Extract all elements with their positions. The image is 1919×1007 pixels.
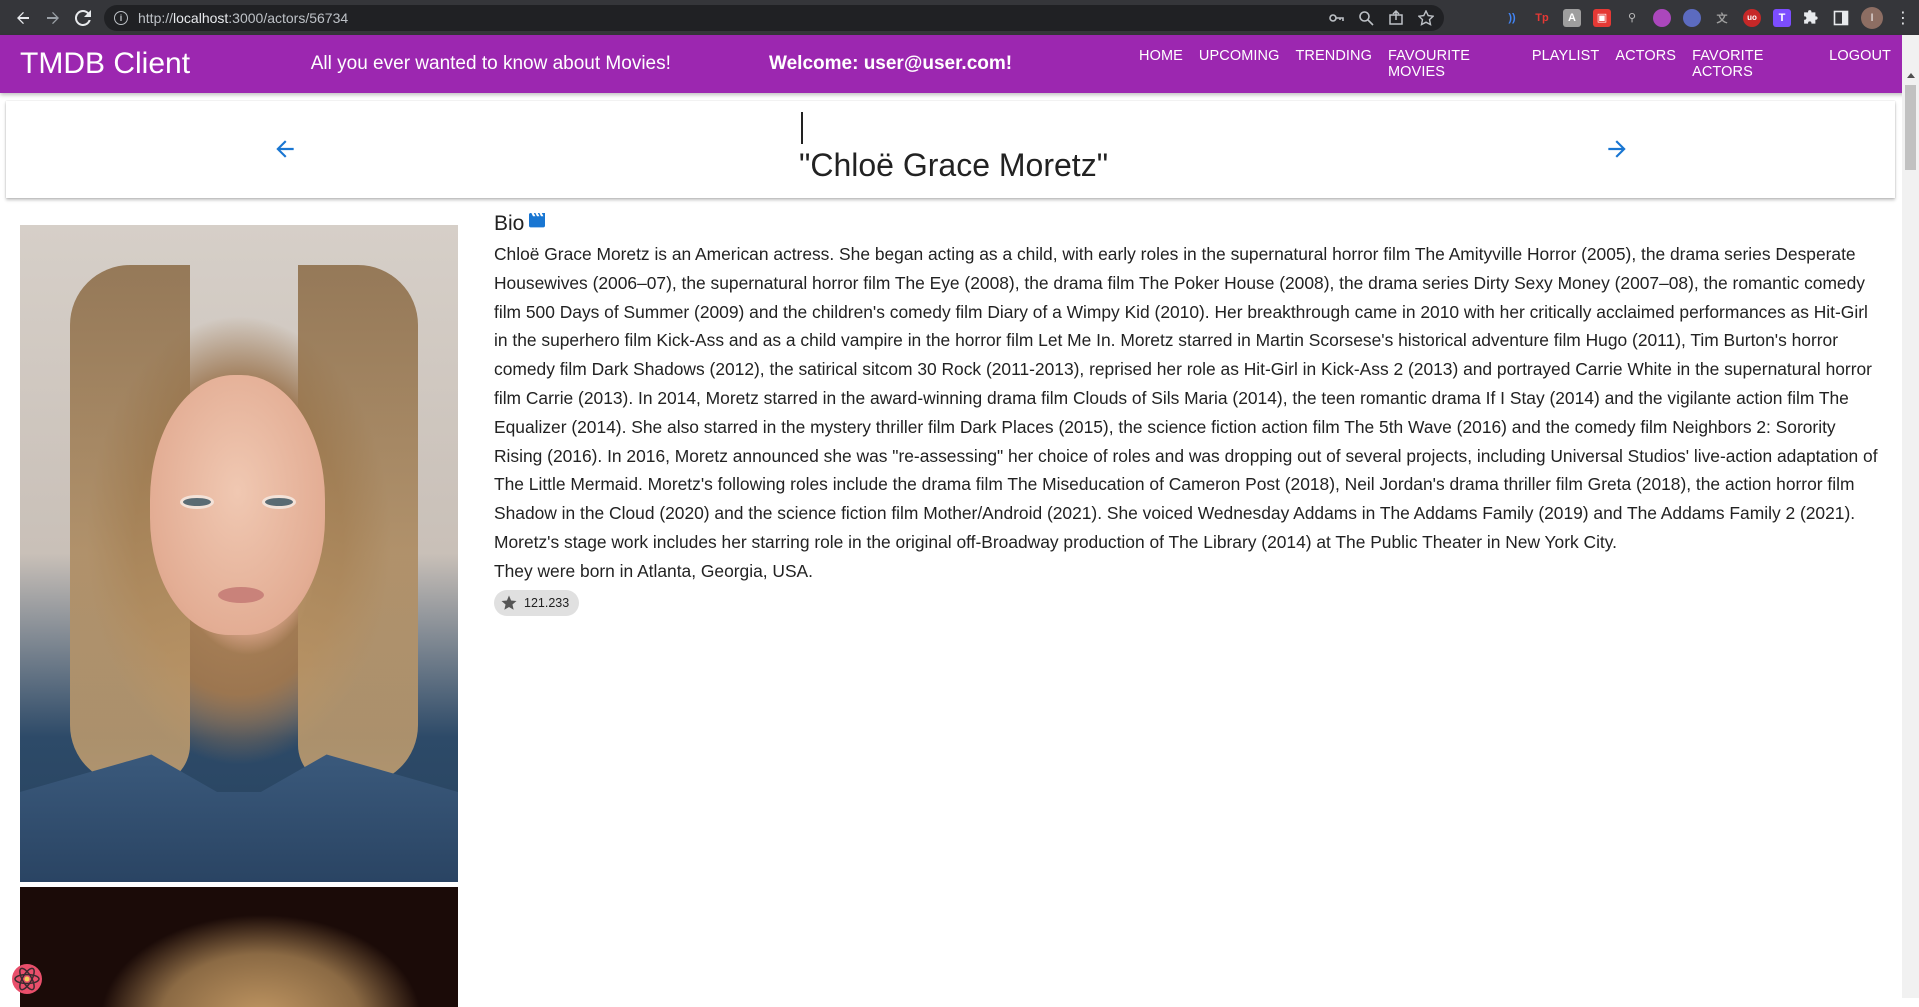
extension-icon-7[interactable] xyxy=(1683,8,1701,27)
actor-images xyxy=(20,225,458,1007)
bio-section: Bio Chloë Grace Moretz is an American ac… xyxy=(494,212,1884,617)
extension-icon-10[interactable]: T xyxy=(1773,8,1791,27)
browser-back-icon[interactable] xyxy=(8,3,38,33)
url-path: :3000/actors/56734 xyxy=(228,9,349,26)
text-cursor xyxy=(801,112,803,144)
app-bar: TMDB Client All you ever wanted to know … xyxy=(0,35,1919,93)
site-info-icon[interactable]: i xyxy=(114,10,128,25)
url-host: localhost xyxy=(173,9,229,26)
ublock-icon[interactable]: uo xyxy=(1743,8,1761,27)
star-rate-icon xyxy=(501,595,517,610)
actor-photo-secondary xyxy=(20,887,458,1007)
extension-icon-3[interactable]: A xyxy=(1563,8,1581,27)
menu-item-favourite-movies[interactable]: FAVOURITE MOVIES xyxy=(1380,42,1524,86)
extension-icon-1[interactable]: )) xyxy=(1503,9,1521,27)
extension-icon-6[interactable] xyxy=(1653,8,1671,27)
scroll-up-arrow-icon[interactable] xyxy=(1907,73,1915,78)
react-devtools-icon[interactable] xyxy=(10,962,44,996)
browser-menu-icon[interactable]: ⋮ xyxy=(1895,8,1911,28)
extension-icon-2[interactable]: Tp xyxy=(1533,9,1551,27)
popularity-chip: 121.233 xyxy=(494,589,580,616)
page-scrollbar[interactable] xyxy=(1902,35,1919,998)
scroll-thumb[interactable] xyxy=(1905,85,1916,170)
browser-forward-icon[interactable] xyxy=(38,3,68,33)
app-brand[interactable]: TMDB Client xyxy=(20,47,311,81)
menu-item-playlist[interactable]: PLAYLIST xyxy=(1524,42,1607,86)
extensions-puzzle-icon[interactable] xyxy=(1803,9,1821,27)
key-icon[interactable] xyxy=(1328,10,1344,26)
menu-item-upcoming[interactable]: UPCOMING xyxy=(1191,42,1288,86)
bookmark-star-icon[interactable] xyxy=(1418,9,1434,26)
bio-text: Chloë Grace Moretz is an American actres… xyxy=(494,244,1878,552)
arrow-forward-icon[interactable] xyxy=(1601,133,1633,165)
extension-icon-4[interactable]: ▣ xyxy=(1593,8,1611,27)
profile-avatar[interactable]: I xyxy=(1861,6,1883,29)
popularity-value: 121.233 xyxy=(524,595,570,610)
side-panel-icon[interactable] xyxy=(1833,10,1849,26)
menu-item-logout[interactable]: LOGOUT xyxy=(1821,42,1899,86)
bio-heading-label: Bio xyxy=(494,212,525,235)
actor-header: "Chloë Grace Moretz" xyxy=(6,101,1895,198)
movie-clapper-icon xyxy=(529,213,546,228)
share-icon[interactable] xyxy=(1388,9,1404,26)
menu-item-home[interactable]: HOME xyxy=(1131,42,1191,86)
main-menu: HOME UPCOMING TRENDING FAVOURITE MOVIES … xyxy=(1131,42,1899,86)
extension-icon-8[interactable]: 文 xyxy=(1713,9,1731,27)
menu-item-actors[interactable]: ACTORS xyxy=(1607,42,1684,86)
address-bar[interactable]: i http://localhost:3000/actors/56734 xyxy=(104,4,1444,31)
bio-heading: Bio xyxy=(494,212,1884,236)
welcome-message: Welcome: user@user.com! xyxy=(769,53,1013,74)
app-tagline: All you ever wanted to know about Movies… xyxy=(310,53,671,74)
zoom-icon[interactable] xyxy=(1358,10,1374,26)
menu-item-favorite-actors[interactable]: FAVORITE ACTORS xyxy=(1684,42,1821,86)
browser-reload-icon[interactable] xyxy=(68,3,98,33)
arrow-back-icon[interactable] xyxy=(269,133,301,165)
menu-item-trending[interactable]: TRENDING xyxy=(1287,42,1380,86)
browser-toolbar: i http://localhost:3000/actors/56734 )) … xyxy=(0,0,1919,35)
actor-title: "Chloë Grace Moretz" xyxy=(799,147,1109,183)
birthplace-text: They were born in Atlanta, Georgia, USA. xyxy=(494,560,813,581)
extension-icon-5[interactable]: ⚲ xyxy=(1623,9,1641,27)
actor-photo xyxy=(20,225,458,882)
url-prefix: http:// xyxy=(138,9,174,26)
